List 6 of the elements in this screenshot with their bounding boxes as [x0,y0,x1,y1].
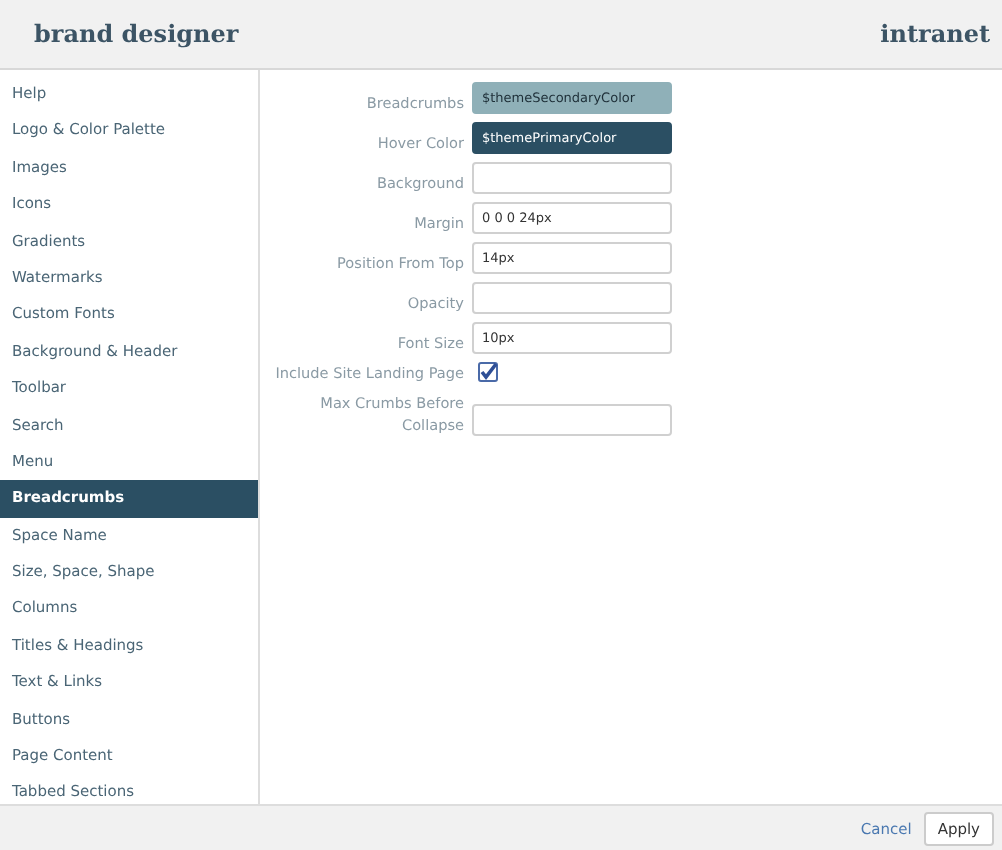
app-title: brand designer [34,20,239,48]
checkbox[interactable] [478,362,498,382]
input-field[interactable] [472,162,672,194]
input-field[interactable] [472,282,672,314]
input-field[interactable] [472,404,672,436]
space-name: intranet [880,20,990,48]
